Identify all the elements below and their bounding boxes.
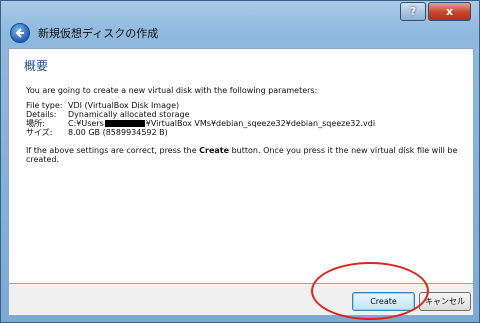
param-key: Details: — [26, 110, 57, 119]
location-prefix: C:¥Users — [68, 119, 104, 128]
location-suffix: ¥VirtualBox VMs¥debian_sqeeze32¥debian_s… — [145, 119, 376, 128]
param-value: VDI (VirtualBox Disk Image) — [68, 101, 180, 110]
note-bold: Create — [199, 146, 230, 155]
help-button[interactable]: ? — [400, 2, 426, 21]
param-key: サイズ: — [26, 128, 53, 137]
wizard-title: 新規仮想ディスクの作成 — [38, 27, 159, 40]
note-text: If the above settings are correct, press… — [26, 146, 200, 155]
param-row: サイズ: 8.00 GB (8589934592 B) — [26, 128, 375, 137]
param-value: Dynamically allocated storage — [68, 110, 190, 119]
param-row: File type: VDI (VirtualBox Disk Image) — [26, 101, 375, 110]
param-row: Details: Dynamically allocated storage — [26, 110, 375, 119]
param-key: File type: — [26, 101, 63, 110]
title-buttons: ? x — [400, 2, 471, 21]
redacted-username — [104, 120, 145, 127]
page-title: 概要 — [24, 59, 49, 73]
confirmation-note: If the above settings are correct, press… — [26, 146, 457, 155]
param-value: 8.00 GB (8589934592 B) — [68, 128, 168, 137]
back-button[interactable] — [10, 23, 30, 43]
close-button[interactable]: x — [428, 2, 471, 21]
confirmation-note-line2: created. — [26, 155, 60, 164]
parameter-list: File type: VDI (VirtualBox Disk Image) D… — [26, 101, 375, 137]
param-value-location: C:¥Users ¥VirtualBox VMs¥debian_sqeeze32¥… — [68, 119, 375, 128]
dialog-window: ? x 新規仮想ディスクの作成 概要 You are going to crea… — [0, 0, 480, 323]
back-arrow-icon — [15, 28, 24, 38]
note-text-after: button. Once you press it the new virtua… — [229, 146, 458, 155]
button-bar: Create キャンセル — [8, 284, 474, 316]
content-panel: 概要 You are going to create a new virtual… — [8, 48, 474, 284]
cancel-button[interactable]: キャンセル — [419, 292, 471, 311]
wizard-header: 新規仮想ディスクの作成 — [8, 21, 474, 45]
create-button[interactable]: Create — [352, 292, 415, 311]
close-icon: x — [445, 5, 454, 18]
param-row: 場所: C:¥Users ¥VirtualBox VMs¥debian_sqeez… — [26, 119, 375, 128]
intro-text: You are going to create a new virtual di… — [26, 86, 318, 95]
help-icon: ? — [409, 5, 417, 18]
param-key: 場所: — [26, 119, 45, 128]
